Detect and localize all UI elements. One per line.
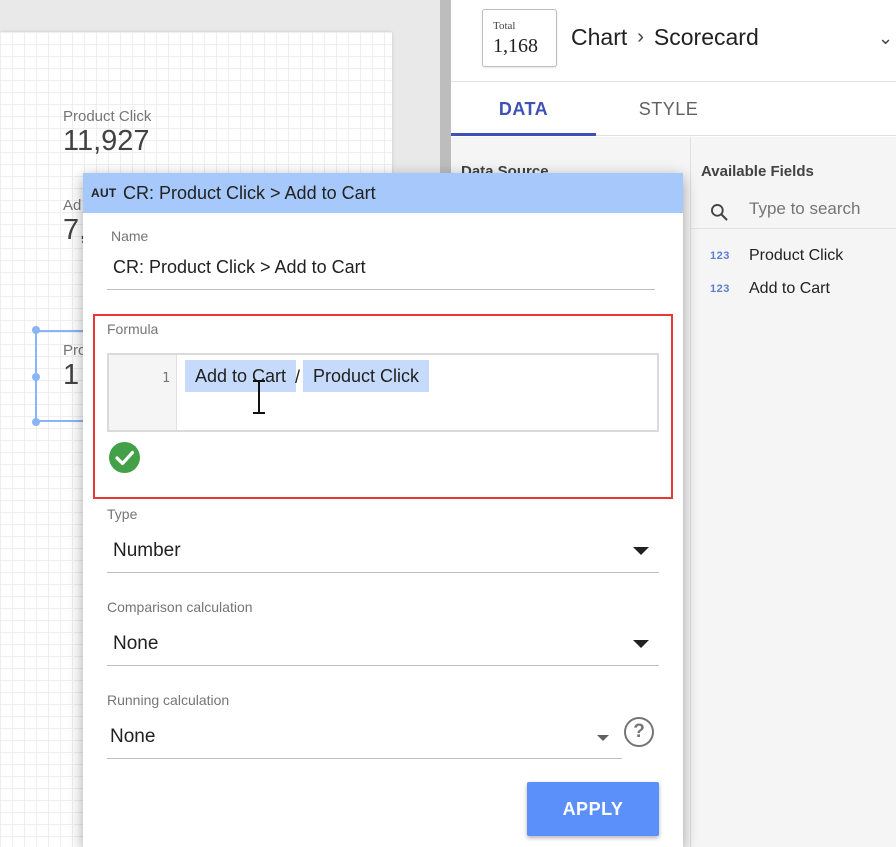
running-value: None (110, 726, 156, 747)
formula-valid-icon (109, 442, 140, 473)
panel-tabs: DATA STYLE (451, 82, 896, 136)
available-fields-section: Available Fields 123 Product Click 123 A… (691, 137, 896, 847)
formula-operator: / (295, 367, 301, 387)
breadcrumb: Chart › Scorecard (571, 24, 759, 51)
field-item-add-to-cart[interactable]: 123 Add to Cart (691, 276, 896, 306)
scorecard-product-click[interactable]: Product Click 11,927 (63, 108, 151, 158)
chevron-down-icon[interactable]: ⌄ (878, 28, 893, 49)
field-item-product-click[interactable]: 123 Product Click (691, 243, 896, 273)
resize-handle[interactable] (32, 326, 40, 334)
name-underline (107, 289, 655, 290)
comparison-value: None (113, 633, 159, 654)
number-type-icon: 123 (710, 250, 730, 262)
calculated-field-dialog: AUT CR: Product Click > Add to Cart Name… (83, 173, 683, 847)
help-icon[interactable]: ? (624, 717, 654, 747)
dropdown-arrow-icon (597, 735, 609, 741)
available-fields-title: Available Fields (701, 163, 814, 180)
selection-box[interactable] (35, 330, 85, 422)
chevron-right-icon: › (637, 26, 644, 48)
comparison-label: Comparison calculation (107, 599, 253, 615)
tab-data[interactable]: DATA (451, 82, 596, 136)
type-value: Number (113, 540, 181, 561)
apply-button[interactable]: APPLY (527, 782, 659, 836)
breadcrumb-chart: Chart (571, 24, 628, 50)
field-search (691, 193, 896, 229)
dialog-header: AUT CR: Product Click > Add to Cart (83, 173, 683, 213)
panel-header: Total 1,168 Chart › Scorecard ⌄ (451, 0, 896, 82)
resize-handle[interactable] (32, 418, 40, 426)
name-label: Name (111, 228, 149, 244)
formula-token-add-to-cart[interactable]: Add to Cart (185, 360, 297, 392)
line-gutter: 1 (109, 355, 177, 430)
formula-token-product-click[interactable]: Product Click (303, 360, 430, 392)
chart-icon-value: 1,168 (493, 35, 538, 57)
search-input[interactable] (749, 199, 889, 219)
resize-handle[interactable] (32, 373, 40, 381)
breadcrumb-scorecard: Scorecard (653, 24, 759, 50)
line-number: 1 (162, 371, 170, 386)
field-label: Add to Cart (749, 280, 830, 297)
scorecard-chart-icon[interactable]: Total 1,168 (482, 9, 557, 67)
formula-label: Formula (107, 321, 159, 337)
chart-icon-label: Total (493, 20, 516, 32)
search-icon (711, 204, 728, 221)
scorecard-label: Product Click (63, 108, 152, 125)
type-underline (107, 572, 659, 573)
type-label: Type (107, 506, 138, 522)
formula-editor[interactable]: 1 Add to Cart / Product Click (107, 353, 659, 432)
field-label: Product Click (749, 247, 844, 264)
scorecard-value: 11,927 (63, 125, 150, 157)
field-type-tag: AUT (91, 186, 117, 200)
name-field[interactable]: CR: Product Click > Add to Cart (113, 257, 366, 278)
number-type-icon: 123 (710, 283, 730, 295)
dialog-title: CR: Product Click > Add to Cart (123, 183, 376, 203)
running-underline (107, 758, 622, 759)
tab-style[interactable]: STYLE (596, 82, 741, 136)
text-cursor-icon (253, 380, 265, 414)
dropdown-arrow-icon (633, 640, 649, 648)
dropdown-arrow-icon (633, 547, 649, 555)
comparison-underline (107, 665, 659, 666)
running-label: Running calculation (107, 692, 230, 708)
